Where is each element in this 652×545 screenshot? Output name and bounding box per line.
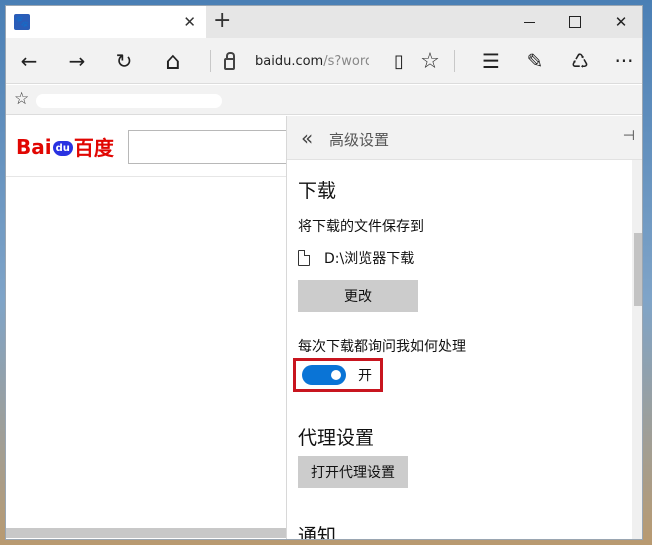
panel-header: « 高级设置 ⊣ (287, 116, 642, 160)
home-icon[interactable]: ⌂ (158, 46, 188, 76)
more-icon[interactable]: ··· (609, 46, 639, 76)
forward-arrow-icon[interactable]: → (62, 46, 92, 76)
panel-title: 高级设置 (329, 131, 390, 149)
download-path: D:\浏览器下载 (324, 251, 415, 267)
back-arrow-icon[interactable]: ← (14, 46, 44, 76)
share-icon[interactable]: ♺ (565, 46, 595, 76)
change-button[interactable]: 更改 (298, 280, 418, 312)
divider (6, 176, 286, 177)
toggle-knob (331, 370, 341, 380)
proxy-section-title: 代理设置 (298, 427, 375, 449)
toggle-state-label: 开 (358, 368, 372, 384)
logo-paw-icon: du (52, 141, 73, 156)
reading-view-icon[interactable]: ▯ (384, 46, 414, 76)
hub-icon[interactable]: ☰ (476, 46, 506, 76)
logo-bai-text: Bai (16, 134, 52, 159)
new-tab-icon[interactable]: + (213, 10, 231, 32)
favorites-item-obscured[interactable] (36, 94, 222, 108)
document-icon (298, 250, 310, 266)
downloads-section-title: 下载 (298, 180, 337, 202)
advanced-settings-panel: « 高级设置 ⊣ 下载 将下载的文件保存到 D:\浏览器下载 更改 每次下载都询… (286, 116, 642, 540)
scrollbar-thumb[interactable] (634, 233, 642, 306)
ask-each-download-label: 每次下载都询问我如何处理 (298, 339, 466, 355)
ask-download-toggle[interactable] (302, 365, 346, 385)
baidu-logo[interactable]: Bai du 百度 (16, 132, 114, 161)
logo-chinese-text: 百度 (73, 136, 114, 160)
pin-icon[interactable]: ⊣ (623, 128, 635, 144)
open-proxy-settings-button[interactable]: 打开代理设置 (298, 456, 408, 488)
url-text: baidu.com/s?word= (255, 54, 369, 69)
horizontal-scrollbar[interactable] (6, 528, 286, 538)
close-tab-icon[interactable]: ✕ (183, 13, 196, 31)
favorites-star-icon[interactable]: ☆ (14, 89, 29, 109)
separator (454, 50, 455, 72)
close-window-button[interactable]: ✕ (598, 6, 642, 38)
url-path: /s?word= (323, 53, 369, 69)
navigation-bar: ← → ↻ ⌂ baidu.com/s?word= ▯ ☆ ☰ ✎ ♺ ··· (6, 38, 642, 84)
save-location-label: 将下载的文件保存到 (298, 219, 424, 235)
search-input[interactable] (128, 130, 286, 164)
maximize-button[interactable] (552, 6, 598, 38)
notifications-section-title: 通知 (298, 525, 337, 540)
refresh-icon[interactable]: ↻ (109, 46, 139, 76)
lock-icon (224, 52, 235, 70)
tab-strip: 🐾 ✕ + ✕ (6, 6, 642, 38)
web-page: Bai du 百度 (6, 116, 286, 539)
active-tab[interactable]: 🐾 ✕ (6, 6, 206, 38)
favorite-star-icon[interactable]: ☆ (415, 46, 445, 76)
minimize-button[interactable] (506, 6, 552, 38)
highlighted-toggle-row: 开 (293, 358, 383, 392)
url-host: baidu.com (255, 53, 324, 69)
favorites-bar: ☆ (6, 85, 642, 115)
vertical-scrollbar[interactable] (632, 160, 642, 539)
back-chevron-icon[interactable]: « (301, 126, 313, 150)
browser-window: 🐾 ✕ + ✕ ← → ↻ ⌂ baidu.com/s?word= ▯ ☆ ☰ … (5, 5, 643, 540)
web-note-icon[interactable]: ✎ (520, 46, 550, 76)
separator (210, 50, 211, 72)
download-folder-row: D:\浏览器下载 (298, 248, 414, 268)
baidu-paw-icon: 🐾 (14, 14, 30, 30)
